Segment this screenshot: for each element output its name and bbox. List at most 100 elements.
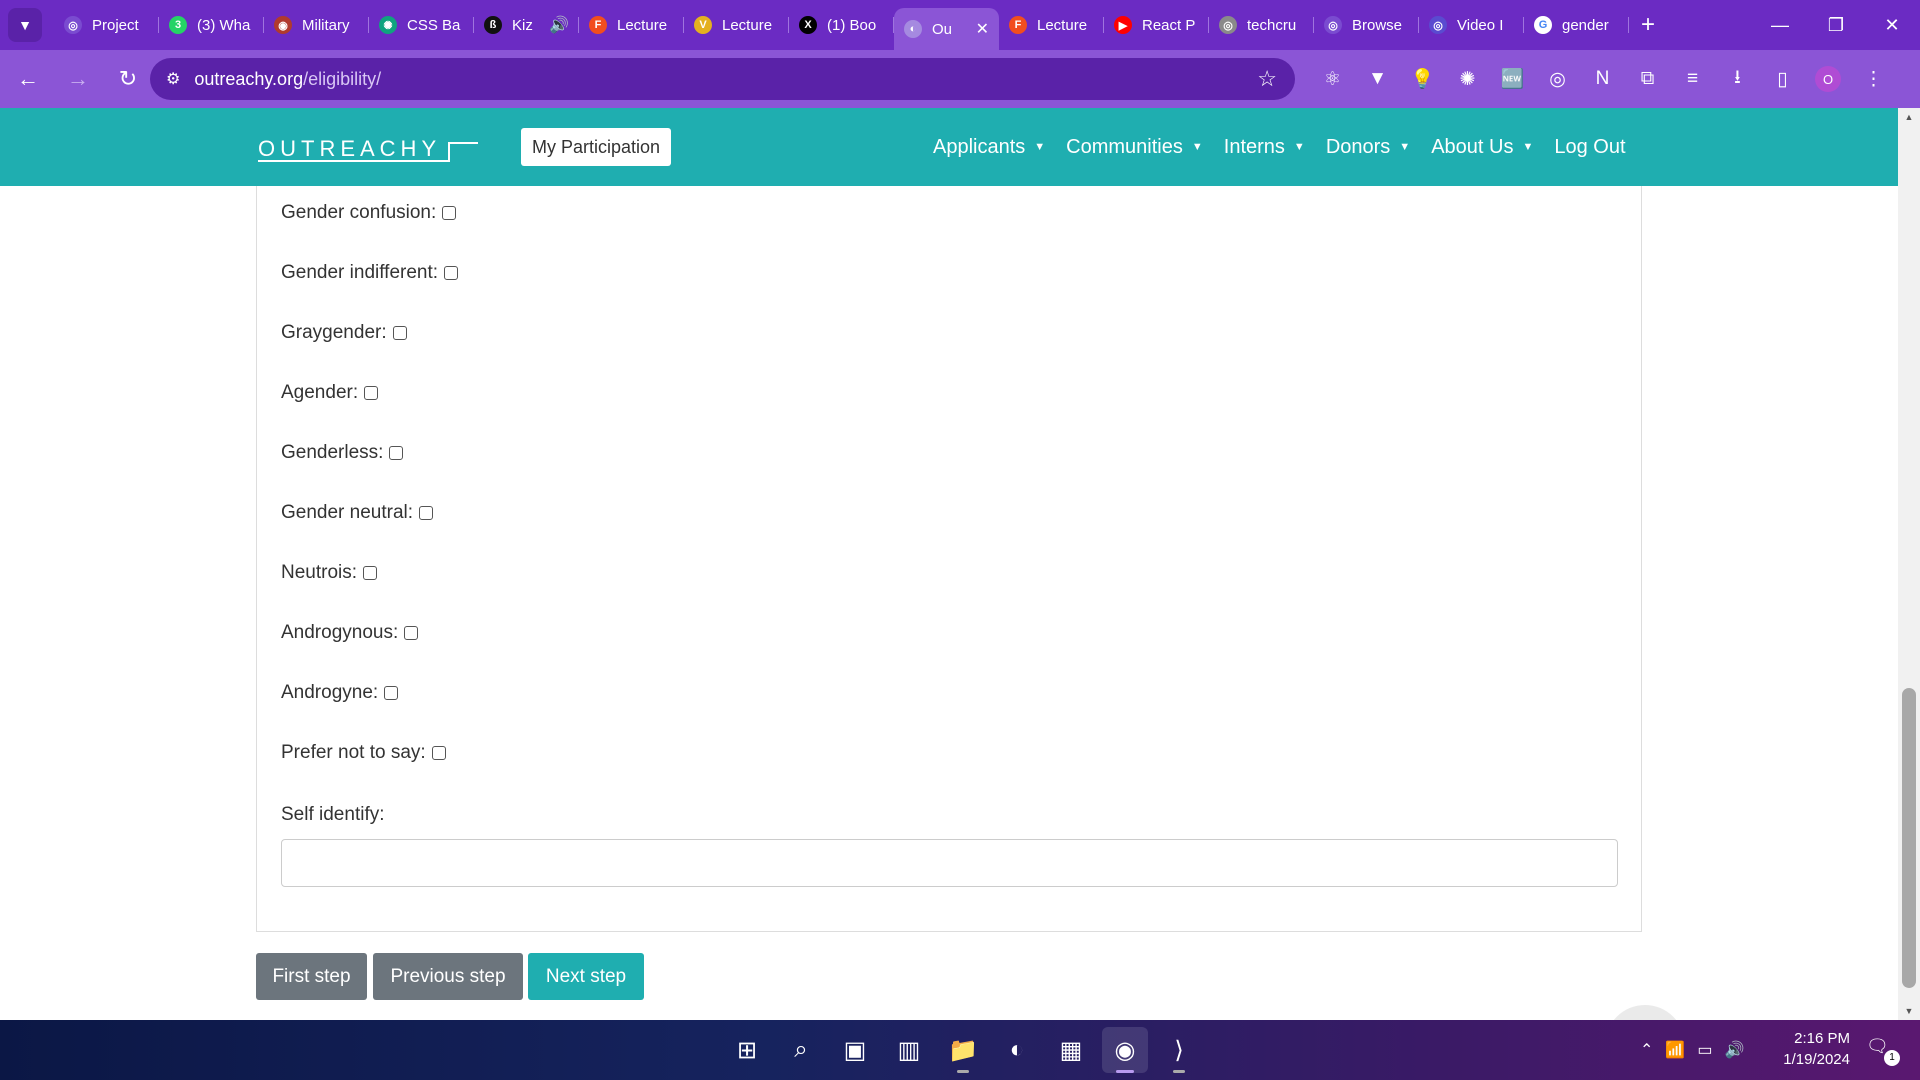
show-hidden-icons[interactable]: ⌃	[1640, 1040, 1653, 1060]
scroll-down-arrow-icon[interactable]: ▼	[1898, 1006, 1920, 1016]
gender-option: Agender:	[281, 382, 379, 404]
menu-item-label: Applicants	[933, 135, 1026, 158]
window-controls: — ❐ ✕	[1752, 0, 1920, 50]
option-checkbox[interactable]	[431, 746, 446, 760]
new-tab-button[interactable]: +	[1641, 11, 1655, 39]
browser-tab[interactable]: F Lecture	[579, 7, 684, 43]
tab-list: ◎ Project 3 (3) Wha ◉ Military ✺ CSS Ba ß Kiz 🔊 F Le…	[54, 0, 1629, 50]
option-checkbox[interactable]	[363, 566, 378, 580]
wifi-icon[interactable]: 📶	[1665, 1040, 1685, 1060]
extension-icon[interactable]: ≡	[1670, 68, 1715, 90]
browser-tab[interactable]: ◎ techcru	[1209, 7, 1314, 43]
option-checkbox[interactable]	[442, 206, 457, 220]
previous-step-button[interactable]: Previous step	[373, 953, 523, 1000]
taskbar-search-icon[interactable]: ⌕	[778, 1027, 824, 1073]
restore-button[interactable]: ❐	[1808, 0, 1864, 50]
my-participation-button[interactable]: My Participation	[521, 128, 672, 166]
browser-tab[interactable]: 3 (3) Wha	[159, 7, 264, 43]
tab-favicon-icon: F	[589, 16, 607, 34]
battery-icon[interactable]: ▭	[1697, 1040, 1712, 1060]
notification-center-icon[interactable]: 🗨 1	[1866, 1036, 1900, 1066]
browser-tab[interactable]: Ggender	[1524, 7, 1629, 43]
caret-down-icon: ▼	[1399, 141, 1411, 153]
extension-icon[interactable]: ▼	[1355, 68, 1400, 90]
extension-icon[interactable]: ⚛	[1310, 68, 1355, 91]
first-step-button[interactable]: First step	[256, 953, 367, 1000]
tab-favicon-icon: ▶	[1114, 16, 1132, 34]
browser-tab[interactable]: ◎ Browse	[1314, 7, 1419, 43]
logout-link[interactable]: Log Out	[1554, 136, 1625, 159]
browser-tab[interactable]: ✺ CSS Ba	[369, 7, 474, 43]
browser-tab[interactable]: F Lecture	[999, 7, 1104, 43]
tab-favicon-icon: 3	[169, 16, 187, 34]
extension-icon[interactable]: ⭳	[1715, 63, 1760, 95]
extension-icon[interactable]: 💡	[1400, 67, 1445, 91]
browser-tab[interactable]: ◎ Project	[54, 7, 159, 43]
self-identify-label-text: Self identify:	[281, 804, 385, 825]
taskbar-chrome-icon[interactable]: ◉	[1102, 1027, 1148, 1073]
clock-date: 1/19/2024	[1783, 1051, 1850, 1068]
page-scrollbar[interactable]: ▲ ▼	[1898, 108, 1920, 1020]
taskbar-widgets-icon[interactable]: ▥	[886, 1027, 932, 1073]
volume-icon[interactable]: 🔊	[1724, 1040, 1744, 1060]
menu-item-interns[interactable]: Interns ▼	[1224, 136, 1305, 159]
menu-item-about-us[interactable]: About Us ▼	[1431, 136, 1533, 159]
address-bar[interactable]: ⚙ outreachy.org/eligibility/ ☆	[150, 58, 1295, 100]
menu-item-communities[interactable]: Communities ▼	[1066, 136, 1203, 159]
bookmark-star-icon[interactable]: ☆	[1257, 66, 1277, 92]
tab-audio-icon[interactable]: 🔊	[549, 15, 569, 35]
extension-icon[interactable]: ⧉	[1625, 68, 1670, 90]
taskbar-edge-icon[interactable]: ◐	[994, 1027, 1040, 1073]
extension-icon[interactable]: ◎	[1535, 68, 1580, 91]
option-checkbox[interactable]	[404, 626, 419, 640]
profile-avatar[interactable]: O	[1815, 66, 1841, 92]
extension-icon[interactable]: ✺	[1445, 68, 1490, 91]
browser-tab[interactable]: ◐ Ou ✕	[894, 8, 999, 50]
option-checkbox[interactable]	[389, 446, 404, 460]
next-step-button[interactable]: Next step	[528, 953, 644, 1000]
taskbar-file-explorer-icon[interactable]: 📁	[940, 1027, 986, 1073]
caret-down-icon: ▼	[1034, 141, 1046, 153]
minimize-button[interactable]: —	[1752, 0, 1808, 50]
browser-tab[interactable]: ▶ React P	[1104, 7, 1209, 43]
extension-icon[interactable]: ▯	[1760, 68, 1805, 91]
back-button[interactable]: ←	[6, 57, 50, 101]
browser-tab[interactable]: V Lecture	[684, 7, 789, 43]
close-window-button[interactable]: ✕	[1864, 0, 1920, 50]
self-identify-input[interactable]	[281, 839, 1618, 887]
tab-close-icon[interactable]: ✕	[976, 19, 989, 39]
option-checkbox[interactable]	[384, 686, 399, 700]
clock-time: 2:16 PM	[1794, 1030, 1850, 1047]
option-checkbox[interactable]	[444, 266, 459, 280]
taskbar-app-glyph: ⟩	[1174, 1036, 1184, 1064]
tab-search-button[interactable]: ▼	[8, 8, 42, 42]
browser-menu-icon[interactable]: ⋮	[1851, 68, 1896, 91]
taskbar-vscode-icon[interactable]: ⟩	[1156, 1027, 1202, 1073]
option-label: Agender:	[281, 382, 359, 403]
scrollbar-thumb[interactable]	[1902, 688, 1916, 988]
taskbar-task-view-icon[interactable]: ▣	[832, 1027, 878, 1073]
option-label: Prefer not to say:	[281, 742, 426, 763]
scroll-up-arrow-icon[interactable]: ▲	[1898, 112, 1920, 122]
outreachy-logo[interactable]: OUTREACHY	[258, 136, 441, 162]
tab-title: Video I	[1457, 16, 1504, 34]
browser-tab[interactable]: ◎ Video I	[1419, 7, 1524, 43]
site-info-icon[interactable]: ⚙	[166, 69, 180, 89]
taskbar-app-glyph: ◉	[1114, 1036, 1136, 1064]
reload-button[interactable]: ↻	[106, 57, 150, 101]
taskbar-start-icon[interactable]: ⊞	[724, 1027, 770, 1073]
menu-item-donors[interactable]: Donors ▼	[1326, 136, 1410, 159]
forward-button[interactable]: →	[56, 57, 100, 101]
extension-icon[interactable]: 🆕	[1490, 67, 1535, 91]
tab-favicon-icon: ◐	[904, 20, 922, 38]
browser-tab[interactable]: X (1) Boo	[789, 7, 894, 43]
taskbar-store-icon[interactable]: ▦	[1048, 1027, 1094, 1073]
option-checkbox[interactable]	[364, 386, 379, 400]
browser-tab[interactable]: ◉ Military	[264, 7, 369, 43]
browser-tab[interactable]: ß Kiz 🔊	[474, 7, 579, 43]
clock[interactable]: 2:16 PM 1/19/2024	[1770, 1028, 1850, 1070]
option-checkbox[interactable]	[419, 506, 434, 520]
option-checkbox[interactable]	[392, 326, 407, 340]
menu-item-applicants[interactable]: Applicants ▼	[933, 136, 1045, 159]
extension-icon[interactable]: N	[1580, 68, 1625, 90]
